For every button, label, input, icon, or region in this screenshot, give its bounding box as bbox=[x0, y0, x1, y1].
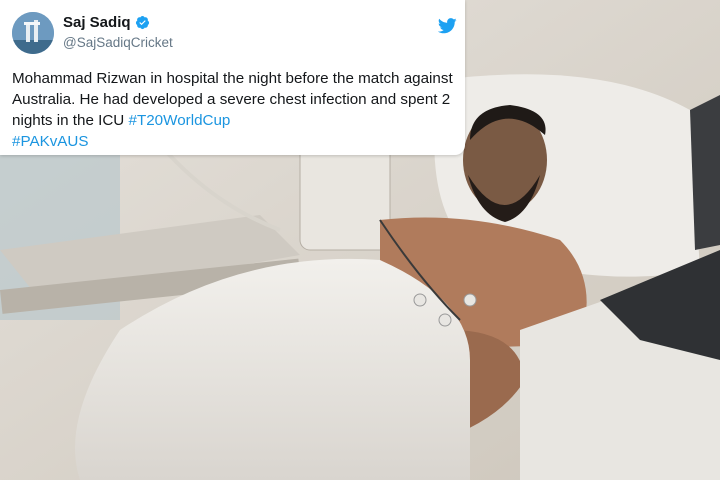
hashtag-pakvaus[interactable]: #PAKvAUS bbox=[12, 133, 89, 150]
hashtag-t20worldcup[interactable]: #T20WorldCup bbox=[129, 112, 231, 129]
tweet-text: Mohammad Rizwan in hospital the night be… bbox=[12, 68, 460, 152]
tweet-body: Mohammad Rizwan in hospital the night be… bbox=[12, 70, 453, 129]
avatar[interactable] bbox=[12, 12, 54, 54]
verified-badge-icon bbox=[135, 15, 149, 30]
display-name-row: Saj Sadiq bbox=[63, 14, 150, 31]
display-name[interactable]: Saj Sadiq bbox=[63, 14, 131, 31]
twitter-bird-icon[interactable] bbox=[438, 18, 457, 34]
tweet-card[interactable]: Saj Sadiq @SajSadiqCricket Mohammad Rizw… bbox=[0, 0, 465, 155]
user-handle[interactable]: @SajSadiqCricket bbox=[63, 35, 173, 50]
avatar-image bbox=[12, 12, 54, 54]
